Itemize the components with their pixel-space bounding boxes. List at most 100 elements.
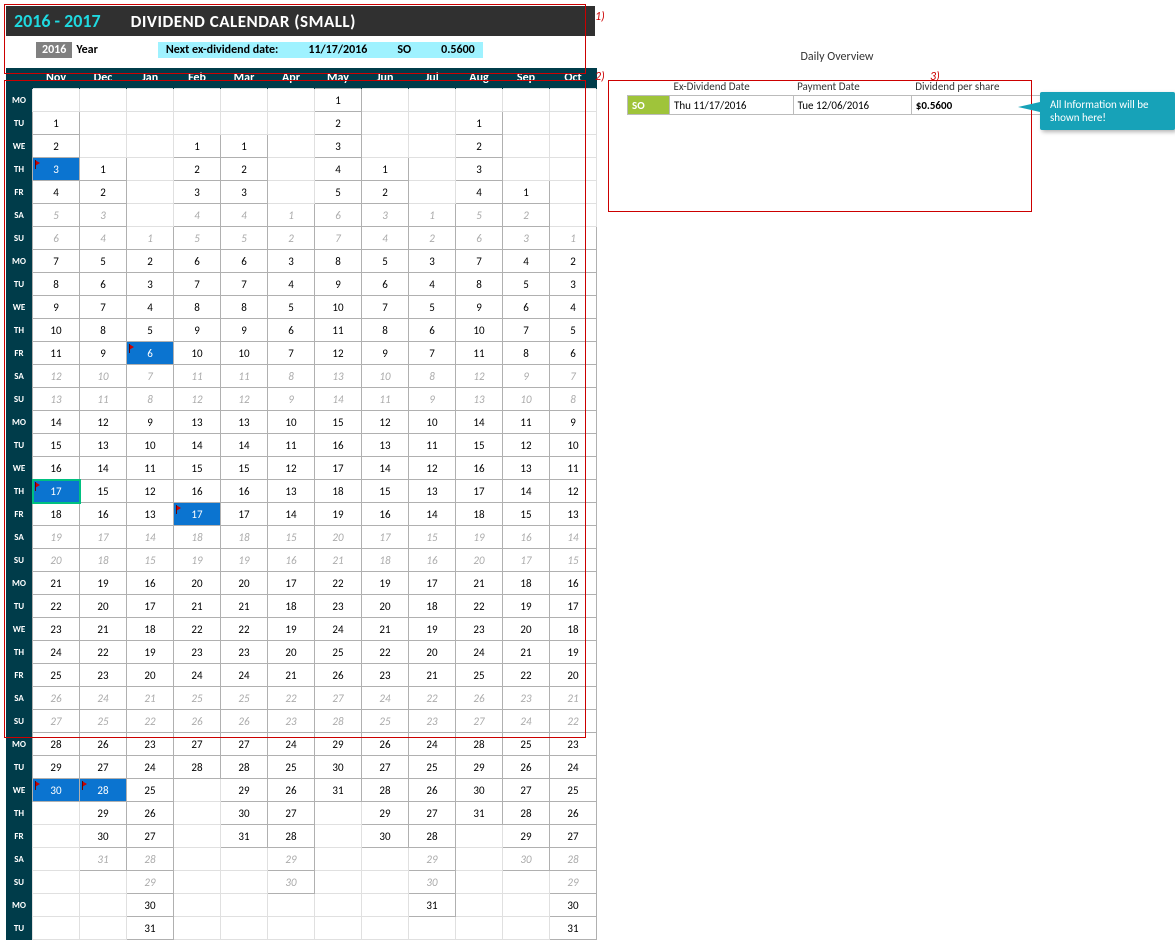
calendar-cell[interactable] [409,917,456,940]
calendar-cell[interactable]: 11 [80,388,127,411]
calendar-cell[interactable]: 17 [80,526,127,549]
calendar-cell[interactable] [268,181,315,204]
calendar-cell[interactable]: 1 [315,89,362,112]
calendar-table[interactable]: NovDecJanFebMarAprMayJunJulAugSepOct MO1… [6,68,597,940]
calendar-cell[interactable]: 25 [315,641,362,664]
calendar-cell[interactable] [456,89,503,112]
calendar-cell[interactable]: 31 [409,894,456,917]
calendar-cell[interactable] [174,89,221,112]
calendar-cell[interactable]: 8 [33,273,80,296]
calendar-cell[interactable]: 12 [33,365,80,388]
calendar-cell[interactable]: 12 [362,411,409,434]
calendar-cell[interactable]: 25 [503,733,550,756]
calendar-cell[interactable]: 26 [550,802,597,825]
calendar-cell[interactable] [174,779,221,802]
calendar-cell[interactable]: 8 [80,319,127,342]
calendar-cell[interactable] [221,848,268,871]
calendar-cell[interactable]: 2 [315,112,362,135]
calendar-cell[interactable]: 22 [80,641,127,664]
calendar-cell[interactable]: 17 [456,480,503,503]
calendar-cell[interactable]: 28 [550,848,597,871]
calendar-cell[interactable]: 1 [409,204,456,227]
calendar-cell[interactable] [409,158,456,181]
calendar-cell[interactable]: 4 [315,158,362,181]
calendar-cell[interactable] [174,112,221,135]
calendar-cell[interactable]: 14 [33,411,80,434]
calendar-cell[interactable] [503,917,550,940]
calendar-cell[interactable]: 1 [268,204,315,227]
calendar-cell[interactable] [80,871,127,894]
calendar-cell[interactable]: 18 [409,595,456,618]
calendar-cell[interactable] [456,825,503,848]
calendar-cell[interactable]: 13 [33,388,80,411]
calendar-cell[interactable] [409,112,456,135]
calendar-cell[interactable]: 9 [362,342,409,365]
calendar-cell[interactable]: 8 [550,388,597,411]
calendar-cell[interactable]: 27 [362,756,409,779]
calendar-cell[interactable]: 5 [127,319,174,342]
calendar-cell[interactable]: 12 [409,457,456,480]
calendar-cell[interactable]: 16 [174,480,221,503]
calendar-cell[interactable]: 7 [221,273,268,296]
calendar-cell[interactable]: 23 [503,687,550,710]
calendar-cell[interactable]: 28 [409,825,456,848]
calendar-cell[interactable] [315,825,362,848]
calendar-cell[interactable]: 15 [80,480,127,503]
calendar-cell[interactable]: 31 [221,825,268,848]
calendar-cell[interactable]: 10 [362,365,409,388]
calendar-cell[interactable]: 14 [315,388,362,411]
calendar-cell[interactable]: 10 [221,342,268,365]
calendar-cell[interactable]: 6 [174,250,221,273]
calendar-cell[interactable]: 23 [456,618,503,641]
calendar-cell[interactable]: 9 [33,296,80,319]
calendar-cell[interactable]: 2 [221,158,268,181]
calendar-cell[interactable]: 27 [456,710,503,733]
calendar-cell[interactable]: 16 [268,549,315,572]
calendar-cell[interactable]: 7 [268,342,315,365]
calendar-cell[interactable]: 11 [362,388,409,411]
calendar-cell[interactable]: 6 [362,273,409,296]
calendar-cell[interactable]: 9 [456,296,503,319]
calendar-cell[interactable]: 1 [503,181,550,204]
calendar-cell[interactable]: 29 [315,733,362,756]
calendar-cell[interactable] [315,917,362,940]
calendar-cell[interactable]: 20 [221,572,268,595]
calendar-cell[interactable]: 19 [503,595,550,618]
calendar-cell[interactable]: 26 [503,756,550,779]
calendar-cell[interactable] [456,871,503,894]
calendar-cell[interactable]: 29 [80,802,127,825]
calendar-cell[interactable]: 25 [268,756,315,779]
calendar-cell[interactable]: 3 [127,273,174,296]
calendar-cell[interactable]: 12 [221,388,268,411]
calendar-cell[interactable]: 8 [503,342,550,365]
calendar-cell[interactable]: 24 [550,756,597,779]
calendar-cell[interactable]: 12 [315,342,362,365]
calendar-cell[interactable]: 11 [127,457,174,480]
calendar-cell[interactable]: 10 [127,434,174,457]
calendar-cell[interactable]: 13 [362,434,409,457]
calendar-cell[interactable]: 18 [127,618,174,641]
calendar-cell[interactable]: 1 [127,227,174,250]
calendar-cell[interactable]: 30 [456,779,503,802]
calendar-cell[interactable]: 6 [127,342,174,365]
calendar-cell[interactable]: 24 [33,641,80,664]
calendar-cell[interactable]: 24 [174,664,221,687]
calendar-cell[interactable]: 11 [315,319,362,342]
calendar-cell[interactable]: 9 [127,411,174,434]
calendar-cell[interactable]: 5 [174,227,221,250]
calendar-cell[interactable]: 23 [33,618,80,641]
calendar-cell[interactable]: 8 [362,319,409,342]
calendar-cell[interactable] [127,112,174,135]
calendar-cell[interactable]: 4 [362,227,409,250]
calendar-cell[interactable]: 21 [33,572,80,595]
calendar-cell[interactable]: 3 [456,158,503,181]
calendar-cell[interactable]: 23 [409,710,456,733]
calendar-cell[interactable]: 29 [503,825,550,848]
calendar-cell[interactable]: 1 [550,227,597,250]
calendar-cell[interactable]: 16 [33,457,80,480]
calendar-cell[interactable]: 15 [127,549,174,572]
calendar-cell[interactable]: 5 [550,319,597,342]
calendar-cell[interactable]: 3 [503,227,550,250]
calendar-cell[interactable]: 4 [221,204,268,227]
calendar-cell[interactable]: 28 [503,802,550,825]
